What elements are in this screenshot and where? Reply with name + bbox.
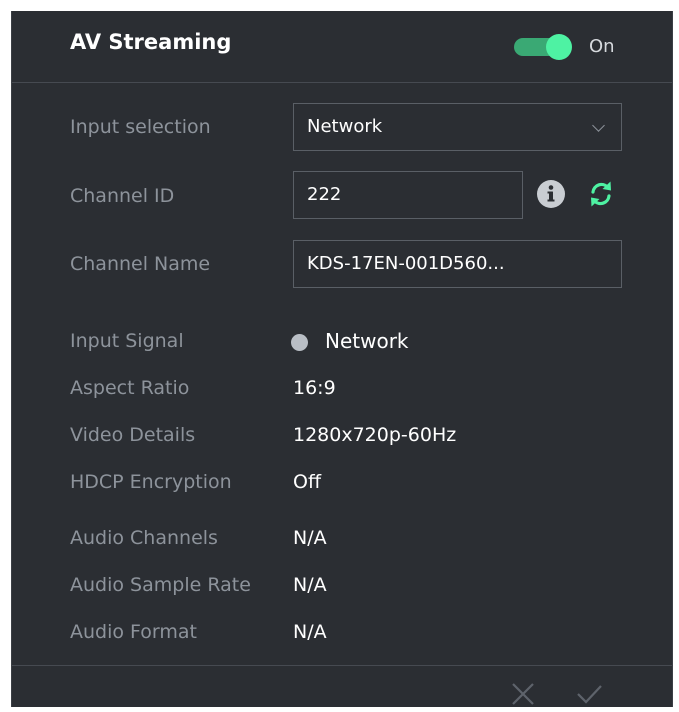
toggle-state-label: On [589,36,615,57]
video-details-label: Video Details [70,424,196,446]
input-signal-value: Network [325,329,409,353]
aspect-ratio-value: 16:9 [293,377,336,399]
audio-channels-value: N/A [293,527,327,549]
check-icon[interactable] [575,680,603,708]
input-selection-dropdown[interactable]: Network [293,103,622,151]
close-icon[interactable] [509,680,537,708]
chevron-down-icon [592,119,605,132]
panel-header: AV Streaming On [12,11,672,83]
hdcp-encryption-value: Off [293,471,322,493]
input-selection-label: Input selection [70,116,211,138]
av-streaming-panel: AV Streaming On Input selection Network … [11,11,673,707]
channel-id-input[interactable]: 222 [293,171,523,219]
panel-title: AV Streaming [70,30,232,54]
input-signal-label: Input Signal [70,330,184,352]
audio-channels-label: Audio Channels [70,527,218,549]
refresh-icon[interactable] [584,177,618,211]
av-streaming-toggle[interactable] [514,34,572,60]
aspect-ratio-label: Aspect Ratio [70,377,190,399]
video-details-value: 1280x720p-60Hz [293,424,457,446]
audio-format-label: Audio Format [70,621,197,643]
channel-name-input[interactable]: KDS-17EN-001D560... [293,240,622,288]
hdcp-encryption-label: HDCP Encryption [70,471,232,493]
signal-status-indicator [291,334,308,351]
toggle-knob [546,34,572,60]
audio-sample-rate-value: N/A [293,574,327,596]
audio-sample-rate-label: Audio Sample Rate [70,574,251,596]
info-icon[interactable] [536,179,566,209]
audio-format-value: N/A [293,621,327,643]
channel-name-label: Channel Name [70,253,211,275]
input-selection-value: Network [307,116,383,137]
panel-footer [12,665,672,708]
channel-id-label: Channel ID [70,185,175,207]
